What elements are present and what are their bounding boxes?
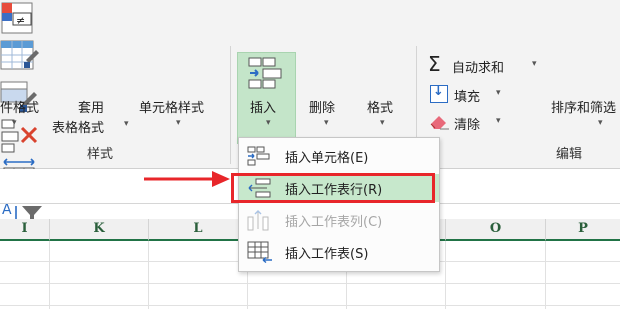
format-as-table-label-line1: 套用 [78, 101, 105, 116]
column-header[interactable]: I [0, 219, 50, 241]
styles-group-label: 样式 [87, 147, 114, 162]
grid-line [545, 241, 546, 309]
grid-line [49, 241, 50, 309]
table-format-icon [0, 40, 39, 70]
grid-line [148, 241, 149, 309]
insert-sheet-icon [247, 241, 272, 263]
chevron-down-icon: ▾ [12, 118, 17, 128]
highlight-annotation-box [231, 173, 435, 203]
autosum-button[interactable]: Σ 自动求和 ▾ [428, 52, 543, 77]
column-header[interactable]: K [50, 219, 149, 241]
delete-label: 删除 [309, 101, 336, 116]
menu-item-insert-sheet[interactable]: 插入工作表(S) [239, 238, 439, 266]
menu-item-label: 插入工作表(S) [285, 247, 369, 262]
menu-item-label: 插入单元格(E) [285, 151, 369, 166]
insert-dropdown-menu: 插入单元格(E) 插入工作表行(R) 插入工作表列(C) 插入工作表(S) [238, 137, 440, 272]
eraser-icon [430, 116, 449, 130]
clear-label: 清除 [454, 118, 481, 133]
sigma-icon: Σ [428, 52, 441, 76]
insert-label: 插入 [250, 101, 277, 116]
chevron-down-icon: ▾ [124, 119, 129, 129]
chevron-down-icon: ▾ [532, 59, 537, 69]
insert-cells-icon [247, 146, 270, 166]
column-header[interactable]: O [446, 219, 546, 241]
svg-text:≠: ≠ [16, 14, 25, 27]
fill-button[interactable]: ↓ 填充 ▾ [428, 84, 508, 106]
chevron-down-icon: ▾ [380, 118, 385, 128]
menu-item-insert-cells[interactable]: 插入单元格(E) [239, 142, 439, 170]
arrow-down-icon: ↓ [433, 84, 444, 99]
conditional-format-label: 件格式 [0, 101, 40, 116]
insert-columns-icon [247, 210, 269, 231]
fill-label: 填充 [454, 90, 481, 105]
chevron-down-icon: ▾ [496, 88, 501, 98]
chevron-down-icon: ▾ [266, 118, 271, 128]
autosum-label: 自动求和 [452, 61, 505, 76]
conditional-format-button[interactable]: ≠ 件格式 ▾ [0, 0, 620, 128]
chevron-down-icon: ▾ [324, 118, 329, 128]
column-header[interactable]: P [546, 219, 620, 241]
conditional-format-icon: ≠ [1, 2, 33, 34]
column-header[interactable]: L [149, 219, 248, 241]
group-separator [230, 46, 231, 164]
svg-text:A: A [2, 202, 12, 218]
chevron-down-icon: ▾ [496, 116, 501, 126]
sort-filter-label: 排序和筛选 [551, 101, 617, 116]
grid-line [0, 283, 620, 284]
editing-group-label: 编辑 [556, 147, 583, 162]
chevron-down-icon: ▾ [176, 118, 181, 128]
grid-line [0, 305, 620, 306]
chevron-down-icon: ▾ [598, 118, 603, 128]
format-as-table-label-line2: 表格格式 [52, 121, 105, 136]
red-arrow-icon [144, 171, 230, 187]
menu-item-insert-sheet-columns[interactable]: 插入工作表列(C) [239, 206, 439, 234]
clear-button[interactable]: 清除 ▾ [428, 112, 508, 134]
delete-cells-icon [1, 119, 38, 153]
cell-styles-label: 单元格样式 [139, 101, 205, 116]
menu-item-label: 插入工作表列(C) [285, 215, 383, 230]
insert-cells-icon [248, 57, 282, 89]
grid-line [445, 241, 446, 309]
format-label: 格式 [367, 101, 394, 116]
